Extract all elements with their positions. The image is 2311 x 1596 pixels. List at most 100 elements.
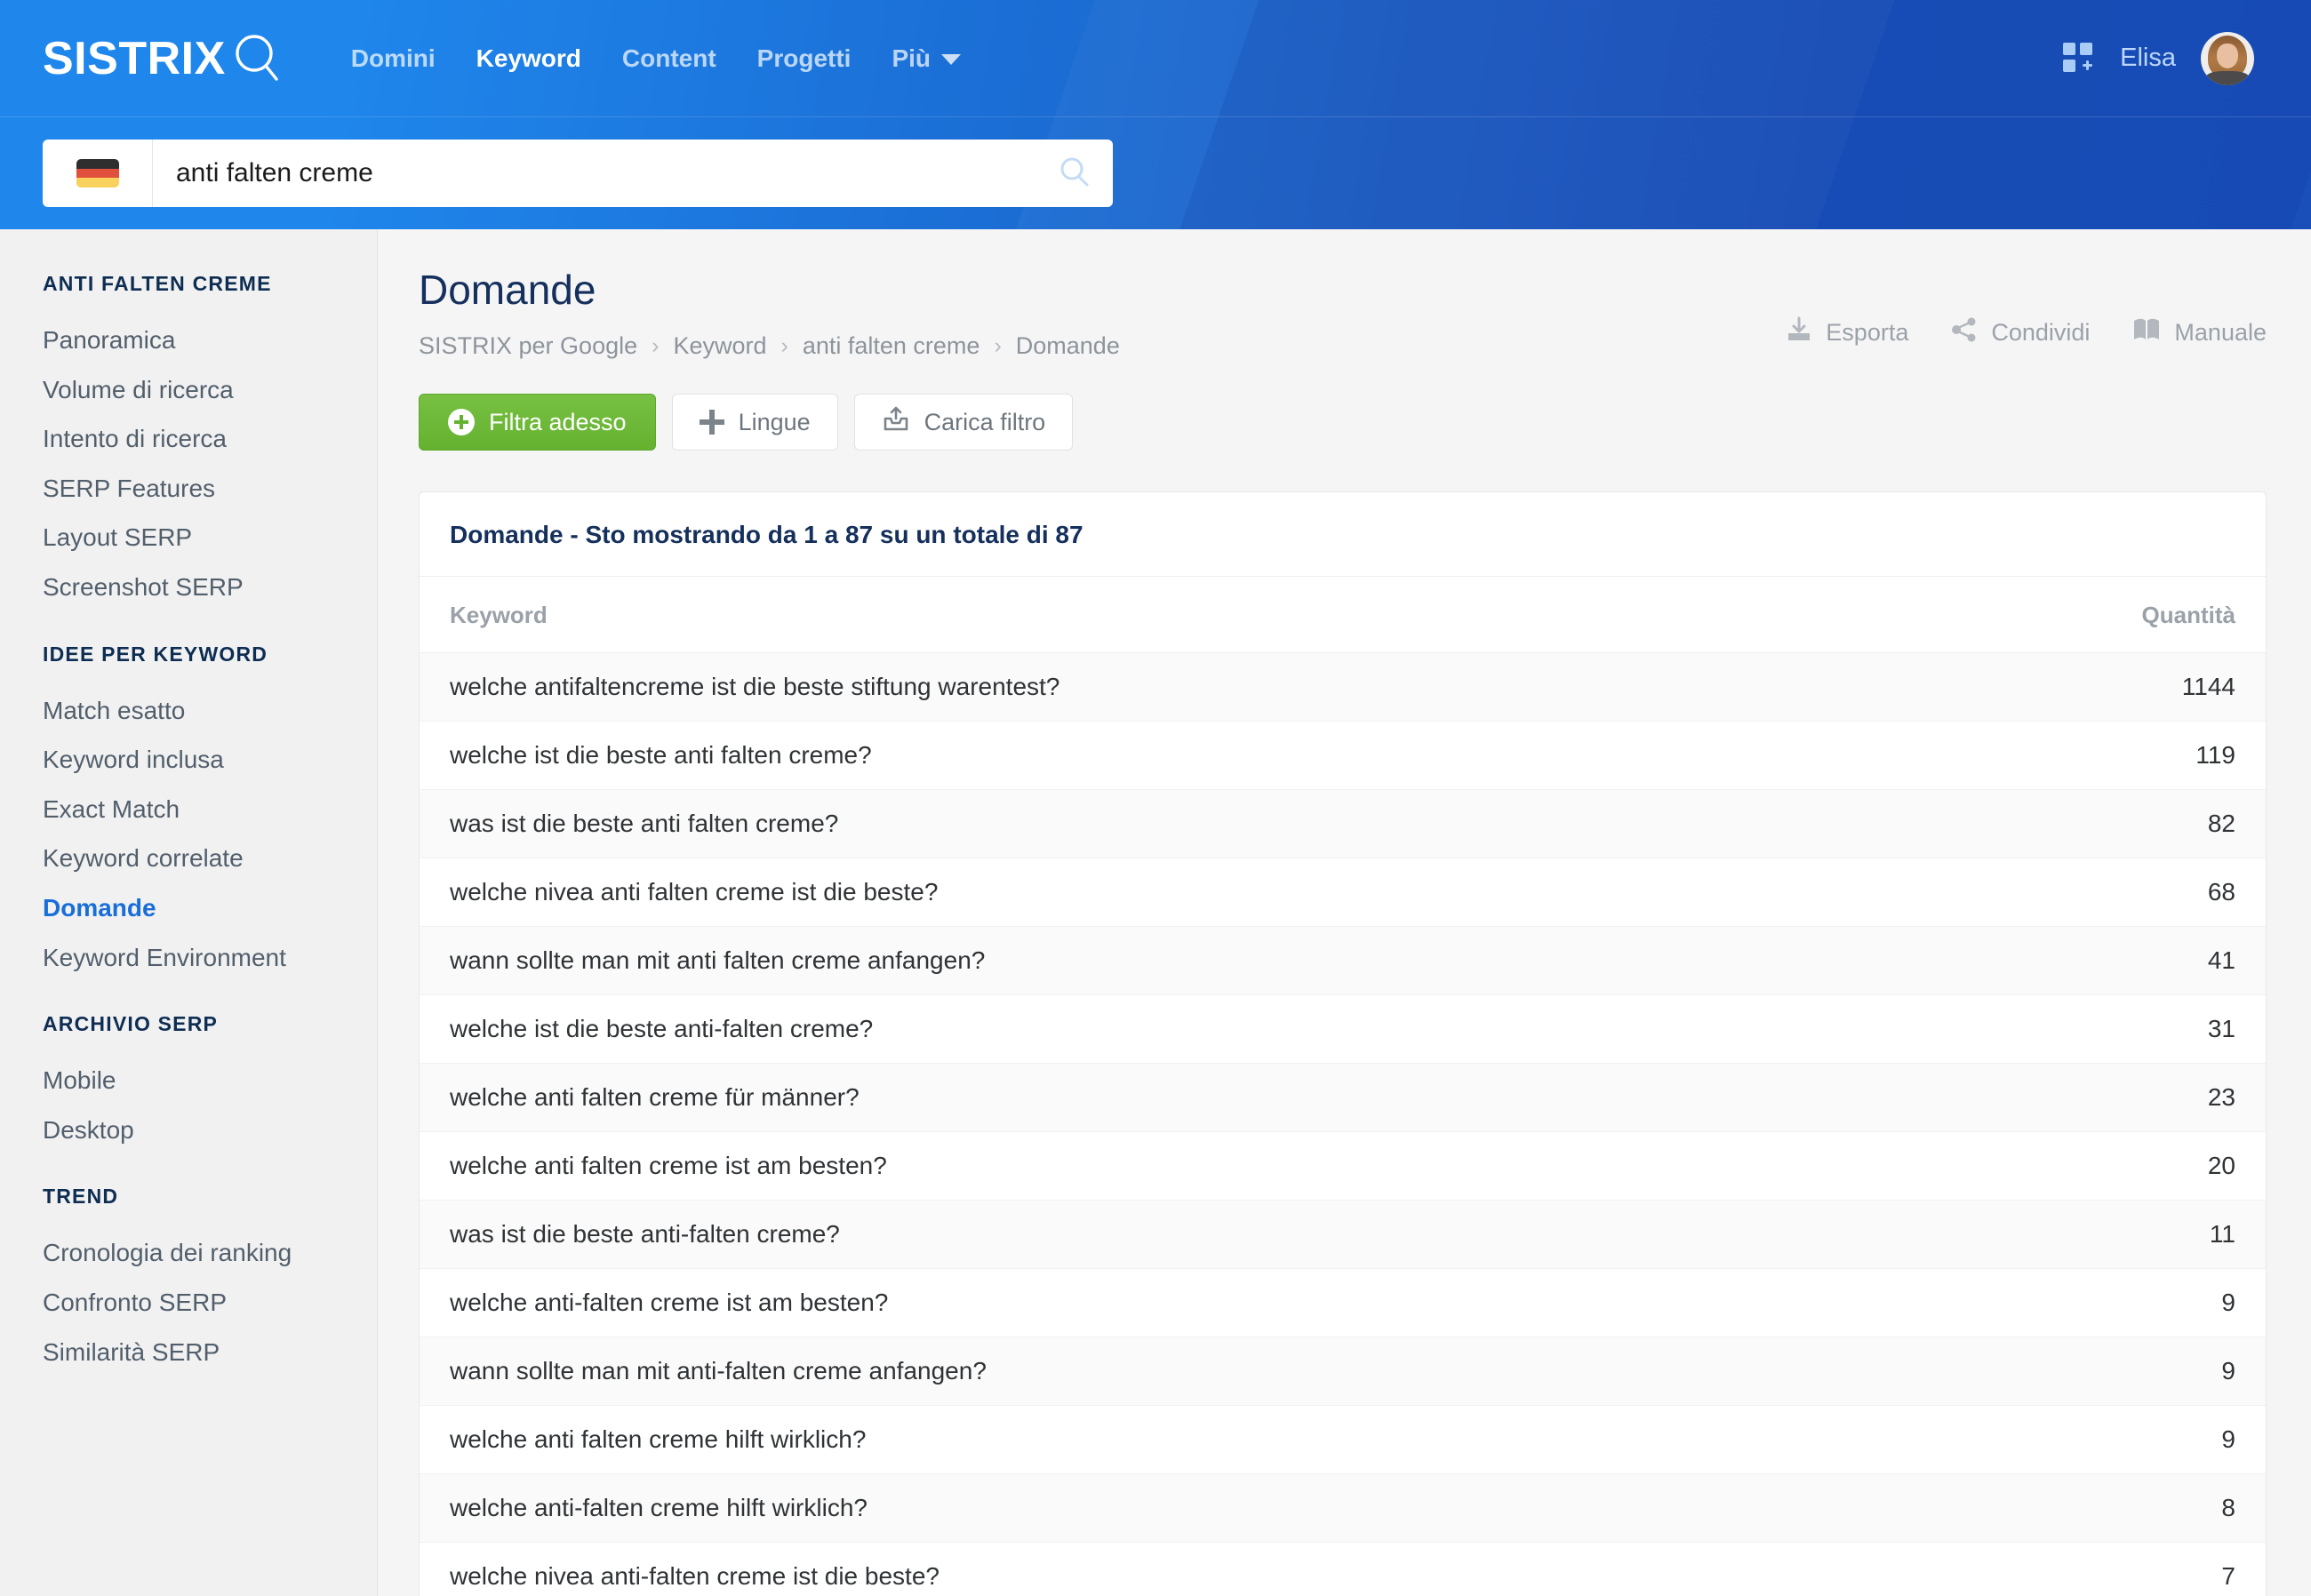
breadcrumb: SISTRIX per Google › Keyword › anti falt… xyxy=(419,332,1750,360)
sidebar-item-panoramica[interactable]: Panoramica xyxy=(0,315,377,365)
languages-button[interactable]: Lingue xyxy=(671,394,838,451)
cell-keyword: welche ist die beste anti falten creme? xyxy=(420,721,1999,791)
sidebar-item-similarita-serp[interactable]: Similarità SERP xyxy=(0,1328,377,1377)
search-icon xyxy=(1057,155,1092,193)
table-row[interactable]: welche anti falten creme ist am besten? … xyxy=(420,1131,2266,1201)
sistrix-logo[interactable]: SISTRIX xyxy=(43,27,284,91)
table-row[interactable]: welche anti falten creme für männer? 23 xyxy=(420,1063,2266,1133)
book-icon xyxy=(2132,316,2161,349)
card-title: Domande - Sto mostrando da 1 a 87 su un … xyxy=(450,521,1084,549)
nav-links: Domini Keyword Content Progetti Più xyxy=(331,0,981,116)
table-body: welche antifaltencreme ist die beste sti… xyxy=(420,652,2266,1596)
nav-item-domini[interactable]: Domini xyxy=(331,45,456,71)
table-row[interactable]: welche anti-falten creme ist am besten? … xyxy=(420,1268,2266,1338)
country-selector[interactable] xyxy=(43,140,153,207)
breadcrumb-item-anti-falten-creme[interactable]: anti falten creme xyxy=(803,332,980,360)
cell-quantita: 11 xyxy=(1999,1200,2266,1270)
chevron-down-icon xyxy=(941,54,962,66)
page-header-left: Domande SISTRIX per Google › Keyword › a… xyxy=(419,268,1750,360)
table-row[interactable]: welche anti-falten creme hilft wirklich?… xyxy=(420,1473,2266,1544)
share-label: Condividi xyxy=(1991,319,2091,346)
table-row[interactable]: welche anti falten creme hilft wirklich?… xyxy=(420,1405,2266,1475)
plus-icon xyxy=(699,410,724,435)
sidebar-item-keyword-inclusa[interactable]: Keyword inclusa xyxy=(0,735,377,785)
sidebar-group-title: TREND xyxy=(43,1185,119,1209)
sidebar-item-serp-features[interactable]: SERP Features xyxy=(0,464,377,514)
sidebar-item-keyword-environment[interactable]: Keyword Environment xyxy=(0,933,377,983)
sidebar-item-keyword-correlate[interactable]: Keyword correlate xyxy=(0,834,377,883)
nav-item-content[interactable]: Content xyxy=(602,45,737,71)
column-header-quantita[interactable]: Quantità xyxy=(1999,577,2266,654)
sidebar-item-cronologia-dei-ranking[interactable]: Cronologia dei ranking xyxy=(0,1228,377,1278)
export-button[interactable]: Esporta xyxy=(1786,316,1908,349)
nav-item-progetti[interactable]: Progetti xyxy=(737,45,872,71)
sidebar-group-title: IDEE PER KEYWORD xyxy=(43,642,268,666)
flag-germany-icon xyxy=(76,159,119,188)
sidebar-group-title: ANTI FALTEN CREME xyxy=(43,272,272,295)
page-header: Domande SISTRIX per Google › Keyword › a… xyxy=(419,268,2267,360)
cell-quantita: 8 xyxy=(1999,1473,2266,1544)
table-row[interactable]: welche nivea anti-falten creme ist die b… xyxy=(420,1542,2266,1596)
column-header-keyword[interactable]: Keyword xyxy=(420,577,1999,654)
table-row[interactable]: was ist die beste anti-falten creme? 11 xyxy=(420,1200,2266,1270)
nav-item-keyword[interactable]: Keyword xyxy=(456,45,602,71)
questions-card: Domande - Sto mostrando da 1 a 87 su un … xyxy=(419,491,2267,1596)
filter-now-button[interactable]: Filtra adesso xyxy=(419,394,656,451)
cell-keyword: welche anti falten creme für männer? xyxy=(420,1063,1999,1133)
main-content: Domande SISTRIX per Google › Keyword › a… xyxy=(378,229,2311,1596)
table-head: Keyword Quantità xyxy=(420,577,2266,654)
avatar[interactable] xyxy=(2201,31,2254,85)
filter-toolbar: Filtra adesso Lingue Carica filtro xyxy=(419,394,2267,451)
cell-keyword: welche anti falten creme ist am besten? xyxy=(420,1131,1999,1201)
table-row[interactable]: welche ist die beste anti falten creme? … xyxy=(420,721,2266,791)
cell-keyword: welche antifaltencreme ist die beste sti… xyxy=(420,652,1999,722)
table-row[interactable]: wann sollte man mit anti falten creme an… xyxy=(420,926,2266,996)
table-row[interactable]: welche nivea anti falten creme ist die b… xyxy=(420,858,2266,928)
sidebar-item-screenshot-serp[interactable]: Screenshot SERP xyxy=(0,563,377,612)
cell-keyword: welche nivea anti-falten creme ist die b… xyxy=(420,1542,1999,1596)
search-box xyxy=(43,140,1113,207)
search-submit-button[interactable] xyxy=(1036,140,1113,207)
nav-item-piu-label: Più xyxy=(892,44,932,72)
load-filter-button[interactable]: Carica filtro xyxy=(853,394,1074,451)
cell-keyword: was ist die beste anti-falten creme? xyxy=(420,1200,1999,1270)
breadcrumb-separator: › xyxy=(994,333,1002,359)
cell-quantita: 41 xyxy=(1999,926,2266,996)
apps-grid-add-icon[interactable] xyxy=(2063,42,2095,75)
cell-keyword: welche anti-falten creme hilft wirklich? xyxy=(420,1473,1999,1544)
cell-quantita: 23 xyxy=(1999,1063,2266,1133)
sidebar-item-domande[interactable]: Domande xyxy=(0,883,377,933)
sidebar-item-confronto-serp[interactable]: Confronto SERP xyxy=(0,1278,377,1328)
cell-quantita: 9 xyxy=(1999,1268,2266,1338)
table-row[interactable]: was ist die beste anti falten creme? 82 xyxy=(420,789,2266,859)
avatar-body xyxy=(2206,70,2249,85)
table-row[interactable]: welche ist die beste anti-falten creme? … xyxy=(420,994,2266,1065)
header-right-cluster: Elisa xyxy=(2063,31,2272,85)
breadcrumb-item-sistrix-per-google[interactable]: SISTRIX per Google xyxy=(419,332,637,360)
share-button[interactable]: Condividi xyxy=(1951,316,2090,349)
avatar-face xyxy=(2217,43,2238,68)
cell-keyword: welche ist die beste anti-falten creme? xyxy=(420,994,1999,1065)
cell-quantita: 82 xyxy=(1999,789,2266,859)
sidebar-item-exact-match[interactable]: Exact Match xyxy=(0,785,377,834)
nav-item-piu[interactable]: Più xyxy=(871,44,981,72)
search-input[interactable] xyxy=(153,140,1036,207)
sidebar-item-match-esatto[interactable]: Match esatto xyxy=(0,686,377,736)
table-row[interactable]: wann sollte man mit anti-falten creme an… xyxy=(420,1337,2266,1407)
main-navigation-bar: SISTRIX Domini Keyword Content Progetti … xyxy=(0,0,2311,117)
table-row[interactable]: welche antifaltencreme ist die beste sti… xyxy=(420,652,2266,722)
sidebar-item-intento-di-ricerca[interactable]: Intento di ricerca xyxy=(0,414,377,464)
sidebar-item-desktop[interactable]: Desktop xyxy=(0,1105,377,1155)
breadcrumb-item-keyword[interactable]: Keyword xyxy=(673,332,766,360)
cell-keyword: was ist die beste anti falten creme? xyxy=(420,789,1999,859)
load-filter-label: Carica filtro xyxy=(924,408,1046,435)
user-name[interactable]: Elisa xyxy=(2120,44,2176,73)
sidebar-item-volume-di-ricerca[interactable]: Volume di ricerca xyxy=(0,365,377,415)
cell-quantita: 9 xyxy=(1999,1337,2266,1407)
cell-keyword: welche anti falten creme hilft wirklich? xyxy=(420,1405,1999,1475)
manual-button[interactable]: Manuale xyxy=(2132,316,2267,349)
sidebar-group-title: ARCHIVIO SERP xyxy=(43,1012,219,1036)
sidebar-item-mobile[interactable]: Mobile xyxy=(0,1056,377,1105)
share-icon xyxy=(1951,316,1978,349)
sidebar-item-layout-serp[interactable]: Layout SERP xyxy=(0,513,377,563)
